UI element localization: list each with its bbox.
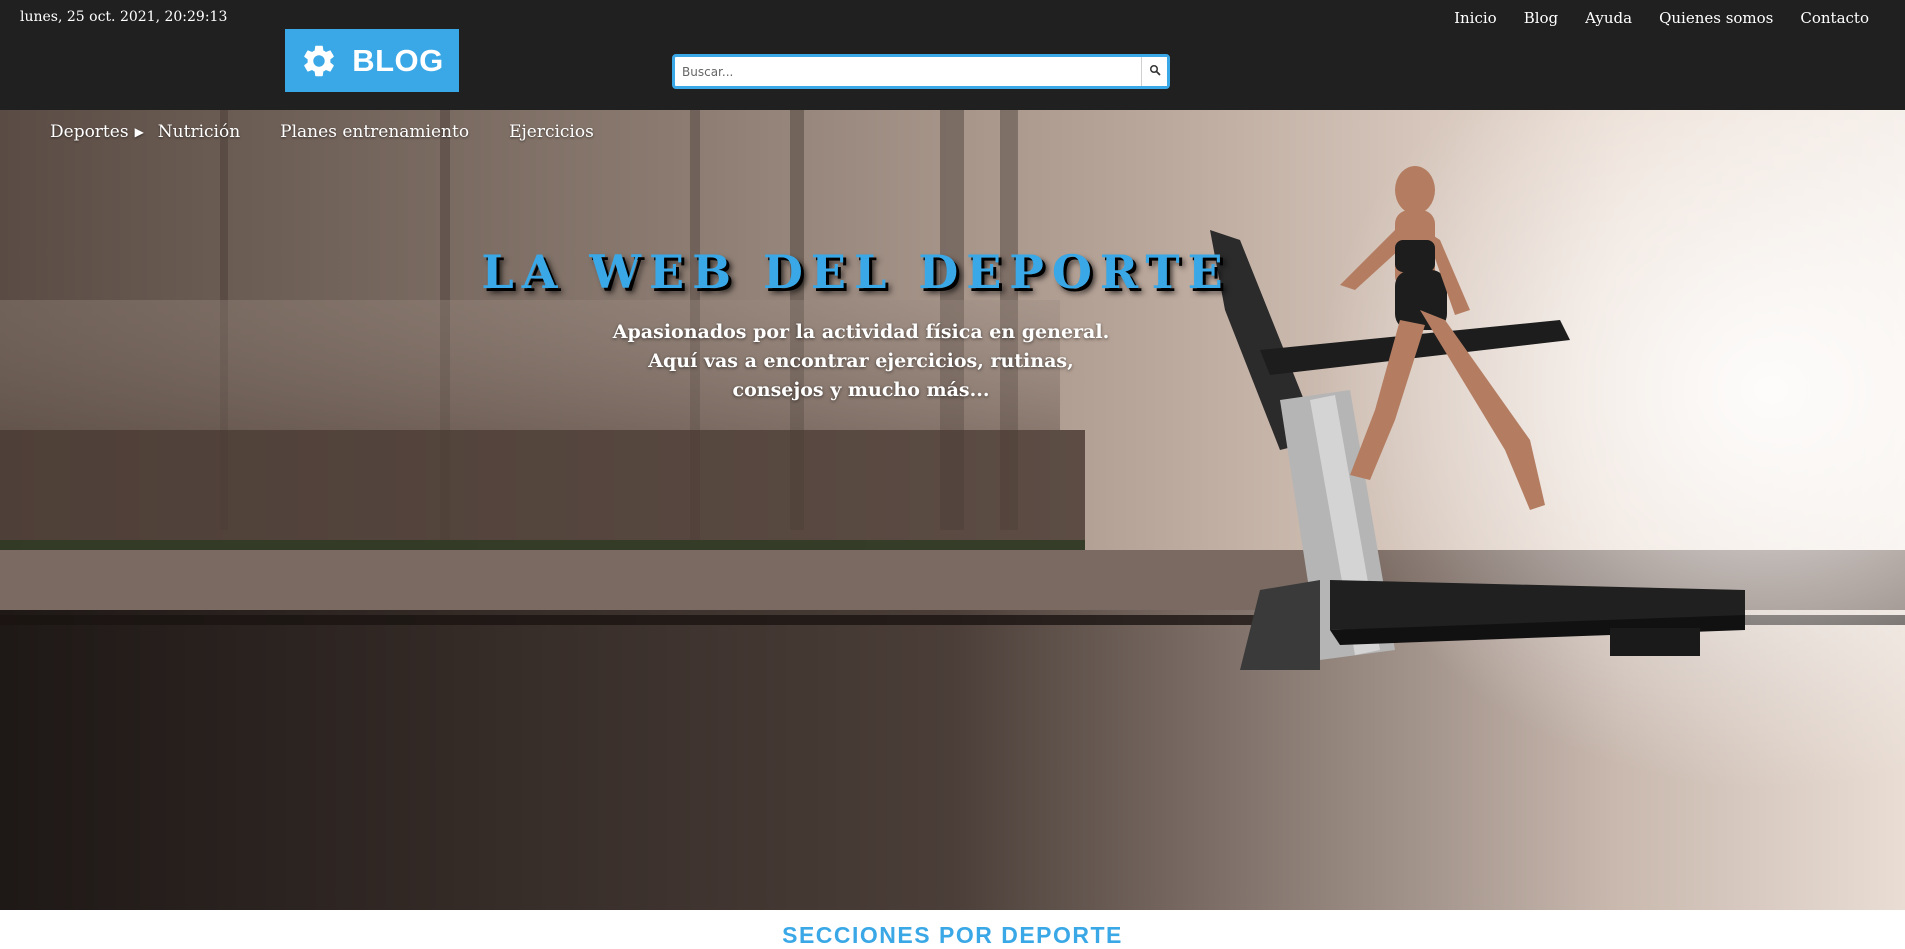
hero-banner: Deportes ▶ Nutrición Planes entrenamient… xyxy=(0,110,1905,910)
current-datetime: lunes, 25 oct. 2021, 20:29:13 xyxy=(20,9,228,25)
search-box xyxy=(672,54,1170,89)
hero-subtitle-line: Aquí vas a encontrar ejercicios, rutinas… xyxy=(648,350,1074,372)
nav-ejercicios[interactable]: Ejercicios xyxy=(509,122,594,142)
section-title: SECCIONES POR DEPORTE xyxy=(782,922,1123,948)
search-icon xyxy=(1149,64,1161,79)
hero-title: LA WEB DEL DEPORTE xyxy=(481,245,1231,299)
nav-deportes[interactable]: Deportes ▶ xyxy=(50,122,144,142)
top-navigation: Inicio Blog Ayuda Quienes somos Contacto xyxy=(1427,9,1869,27)
top-nav-inicio[interactable]: Inicio xyxy=(1454,9,1497,27)
nav-deportes-label: Deportes xyxy=(50,122,129,142)
gear-icon xyxy=(300,42,338,80)
nav-nutricion[interactable]: Nutrición xyxy=(158,122,240,142)
hero-subtitle-line: consejos y mucho más... xyxy=(732,379,990,401)
nav-planes-entrenamiento[interactable]: Planes entrenamiento xyxy=(280,122,469,142)
top-nav-quienes-somos[interactable]: Quienes somos xyxy=(1659,9,1773,27)
top-nav-contacto[interactable]: Contacto xyxy=(1800,9,1869,27)
top-bar: lunes, 25 oct. 2021, 20:29:13 BLOG Inici… xyxy=(0,0,1905,110)
treadmill-runner-photo xyxy=(0,110,1905,910)
top-nav-blog[interactable]: Blog xyxy=(1524,9,1558,27)
main-navigation: Deportes ▶ Nutrición Planes entrenamient… xyxy=(50,122,634,142)
search-input[interactable] xyxy=(675,57,1141,86)
submenu-arrow-icon: ▶ xyxy=(134,125,144,139)
logo-label: BLOG xyxy=(352,42,444,78)
hero-subtitle: Apasionados por la actividad física en g… xyxy=(0,318,1722,405)
blog-logo-button[interactable]: BLOG xyxy=(285,29,459,92)
top-nav-ayuda[interactable]: Ayuda xyxy=(1585,9,1632,27)
hero-subtitle-line: Apasionados por la actividad física en g… xyxy=(612,321,1110,343)
search-button[interactable] xyxy=(1141,57,1167,86)
